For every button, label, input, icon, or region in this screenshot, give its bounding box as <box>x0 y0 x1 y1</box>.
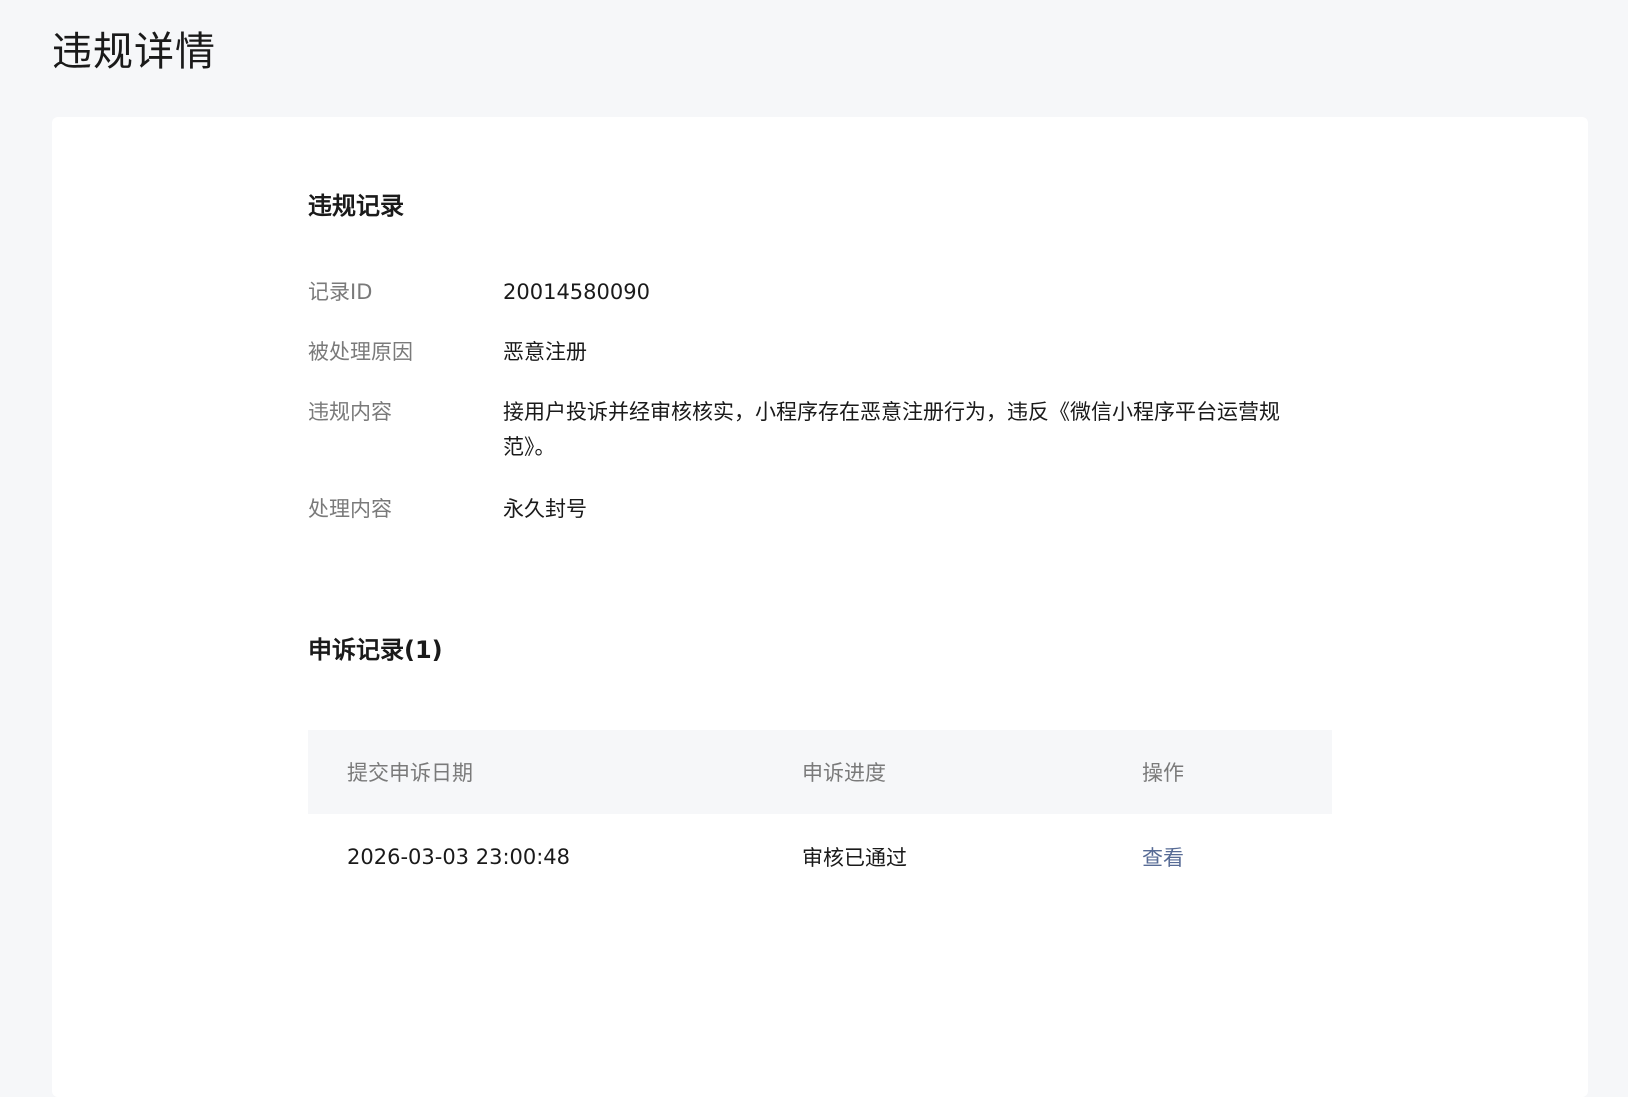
record-id-value: 20014580090 <box>503 280 650 304</box>
page-title: 违规详情 <box>52 29 216 75</box>
info-row-reason: 被处理原因 恶意注册 <box>308 335 1332 370</box>
view-appeal-link[interactable]: 查看 <box>1142 846 1184 870</box>
appeal-table: 提交申诉日期 申诉进度 操作 2026-03-03 23:00:48 审核已通过… <box>308 730 1332 900</box>
penalty-label: 处理内容 <box>308 497 392 521</box>
column-header-action: 操作 <box>1142 761 1184 785</box>
appeal-date-cell: 2026-03-03 23:00:48 <box>347 845 571 869</box>
violation-content-value: 接用户投诉并经审核核实，小程序存在恶意注册行为，违反《微信小程序平台运营规范》。 <box>503 400 1280 459</box>
reason-value: 恶意注册 <box>503 340 587 364</box>
column-header-progress: 申诉进度 <box>802 761 886 785</box>
reason-label: 被处理原因 <box>308 340 413 364</box>
violation-content-label: 违规内容 <box>308 400 392 424</box>
record-id-label: 记录ID <box>308 280 373 304</box>
violation-record-title: 违规记录 <box>308 192 404 220</box>
column-header-date: 提交申诉日期 <box>347 761 473 785</box>
table-row: 2026-03-03 23:00:48 审核已通过 查看 <box>308 814 1332 900</box>
info-row-record-id: 记录ID 20014580090 <box>308 275 1332 310</box>
violation-detail-card: 违规记录 记录ID 20014580090 被处理原因 恶意注册 违规内容 接用… <box>52 117 1588 1097</box>
table-header: 提交申诉日期 申诉进度 操作 <box>308 730 1332 814</box>
penalty-value: 永久封号 <box>503 497 587 521</box>
appeal-progress-cell: 审核已通过 <box>802 846 907 870</box>
appeal-record-title: 申诉记录(1) <box>308 636 443 664</box>
appeal-action-cell: 查看 <box>1142 842 1332 872</box>
info-row-violation-content: 违规内容 接用户投诉并经审核核实，小程序存在恶意注册行为，违反《微信小程序平台运… <box>308 395 1332 465</box>
info-row-penalty: 处理内容 永久封号 <box>308 492 1332 527</box>
